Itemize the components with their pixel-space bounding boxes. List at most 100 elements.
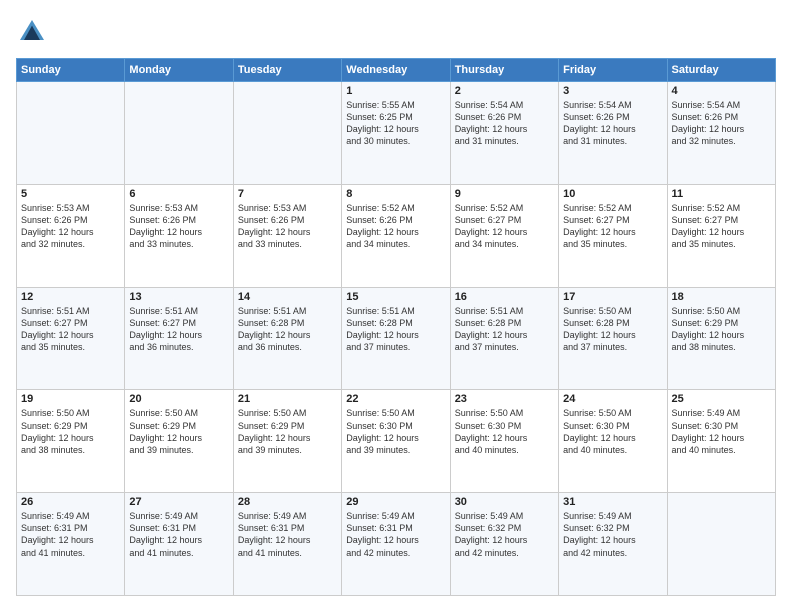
day-number: 12 bbox=[21, 291, 120, 303]
day-number: 23 bbox=[455, 393, 554, 405]
page: SundayMondayTuesdayWednesdayThursdayFrid… bbox=[0, 0, 792, 612]
calendar-cell: 23 Sunrise: 5:50 AM Sunset: 6:30 PM Dayli… bbox=[450, 390, 558, 493]
calendar-cell: 31 Sunrise: 5:49 AM Sunset: 6:32 PM Dayli… bbox=[559, 493, 667, 596]
calendar-cell: 18Sunrise: 5:50 AM Sunset: 6:29 PM Dayli… bbox=[667, 287, 775, 390]
week-row-4: 26Sunrise: 5:49 AM Sunset: 6:31 PM Dayli… bbox=[17, 493, 776, 596]
calendar-cell: 25Sunrise: 5:49 AM Sunset: 6:30 PM Dayli… bbox=[667, 390, 775, 493]
day-number: 22 bbox=[346, 393, 445, 405]
day-info: Sunrise: 5:50 AM Sunset: 6:29 PM Dayligh… bbox=[672, 305, 771, 354]
day-info: Sunrise: 5:55 AM Sunset: 6:25 PM Dayligh… bbox=[346, 99, 445, 148]
week-row-0: 1 Sunrise: 5:55 AM Sunset: 6:25 PM Daylig… bbox=[17, 82, 776, 185]
weekday-monday: Monday bbox=[125, 59, 233, 82]
day-info: Sunrise: 5:54 AM Sunset: 6:26 PM Dayligh… bbox=[563, 99, 662, 148]
weekday-tuesday: Tuesday bbox=[233, 59, 341, 82]
calendar-cell: 8 Sunrise: 5:52 AM Sunset: 6:26 PM Daylig… bbox=[342, 184, 450, 287]
day-number: 5 bbox=[21, 188, 120, 200]
calendar-cell: 27 Sunrise: 5:49 AM Sunset: 6:31 PM Dayli… bbox=[125, 493, 233, 596]
day-number: 7 bbox=[238, 188, 337, 200]
day-number: 14 bbox=[238, 291, 337, 303]
week-row-3: 19 Sunrise: 5:50 AM Sunset: 6:29 PM Dayli… bbox=[17, 390, 776, 493]
calendar-cell: 30 Sunrise: 5:49 AM Sunset: 6:32 PM Dayli… bbox=[450, 493, 558, 596]
calendar-cell bbox=[17, 82, 125, 185]
day-info: Sunrise: 5:49 AM Sunset: 6:31 PM Dayligh… bbox=[129, 510, 228, 559]
header bbox=[16, 16, 776, 48]
day-info: Sunrise: 5:51 AM Sunset: 6:27 PM Dayligh… bbox=[21, 305, 120, 354]
day-info: Sunrise: 5:52 AM Sunset: 6:26 PM Dayligh… bbox=[346, 202, 445, 251]
calendar-table: SundayMondayTuesdayWednesdayThursdayFrid… bbox=[16, 58, 776, 596]
day-number: 17 bbox=[563, 291, 662, 303]
day-info: Sunrise: 5:53 AM Sunset: 6:26 PM Dayligh… bbox=[238, 202, 337, 251]
week-row-1: 5 Sunrise: 5:53 AM Sunset: 6:26 PM Daylig… bbox=[17, 184, 776, 287]
day-number: 30 bbox=[455, 496, 554, 508]
day-info: Sunrise: 5:49 AM Sunset: 6:32 PM Dayligh… bbox=[563, 510, 662, 559]
day-info: Sunrise: 5:54 AM Sunset: 6:26 PM Dayligh… bbox=[455, 99, 554, 148]
day-info: Sunrise: 5:51 AM Sunset: 6:27 PM Dayligh… bbox=[129, 305, 228, 354]
calendar-cell: 17Sunrise: 5:50 AM Sunset: 6:28 PM Dayli… bbox=[559, 287, 667, 390]
calendar-cell: 11 Sunrise: 5:52 AM Sunset: 6:27 PM Dayli… bbox=[667, 184, 775, 287]
calendar-cell: 19 Sunrise: 5:50 AM Sunset: 6:29 PM Dayli… bbox=[17, 390, 125, 493]
day-number: 31 bbox=[563, 496, 662, 508]
calendar-cell: 1 Sunrise: 5:55 AM Sunset: 6:25 PM Daylig… bbox=[342, 82, 450, 185]
weekday-friday: Friday bbox=[559, 59, 667, 82]
day-number: 8 bbox=[346, 188, 445, 200]
day-number: 16 bbox=[455, 291, 554, 303]
day-number: 10 bbox=[563, 188, 662, 200]
day-info: Sunrise: 5:50 AM Sunset: 6:29 PM Dayligh… bbox=[238, 407, 337, 456]
day-number: 27 bbox=[129, 496, 228, 508]
day-number: 24 bbox=[563, 393, 662, 405]
day-number: 6 bbox=[129, 188, 228, 200]
calendar-cell: 29 Sunrise: 5:49 AM Sunset: 6:31 PM Dayli… bbox=[342, 493, 450, 596]
calendar-cell: 15 Sunrise: 5:51 AM Sunset: 6:28 PM Dayli… bbox=[342, 287, 450, 390]
day-info: Sunrise: 5:50 AM Sunset: 6:29 PM Dayligh… bbox=[21, 407, 120, 456]
day-info: Sunrise: 5:52 AM Sunset: 6:27 PM Dayligh… bbox=[563, 202, 662, 251]
day-number: 28 bbox=[238, 496, 337, 508]
day-info: Sunrise: 5:50 AM Sunset: 6:30 PM Dayligh… bbox=[346, 407, 445, 456]
calendar-cell bbox=[125, 82, 233, 185]
day-number: 15 bbox=[346, 291, 445, 303]
calendar-cell: 2 Sunrise: 5:54 AM Sunset: 6:26 PM Daylig… bbox=[450, 82, 558, 185]
day-number: 11 bbox=[672, 188, 771, 200]
logo-icon bbox=[16, 16, 48, 48]
day-info: Sunrise: 5:53 AM Sunset: 6:26 PM Dayligh… bbox=[129, 202, 228, 251]
calendar-cell: 28Sunrise: 5:49 AM Sunset: 6:31 PM Dayli… bbox=[233, 493, 341, 596]
calendar-cell: 5 Sunrise: 5:53 AM Sunset: 6:26 PM Daylig… bbox=[17, 184, 125, 287]
weekday-thursday: Thursday bbox=[450, 59, 558, 82]
calendar-cell: 12 Sunrise: 5:51 AM Sunset: 6:27 PM Dayli… bbox=[17, 287, 125, 390]
day-number: 21 bbox=[238, 393, 337, 405]
day-number: 25 bbox=[672, 393, 771, 405]
calendar-cell: 7 Sunrise: 5:53 AM Sunset: 6:26 PM Daylig… bbox=[233, 184, 341, 287]
day-info: Sunrise: 5:53 AM Sunset: 6:26 PM Dayligh… bbox=[21, 202, 120, 251]
calendar-cell: 26Sunrise: 5:49 AM Sunset: 6:31 PM Dayli… bbox=[17, 493, 125, 596]
calendar-cell: 21 Sunrise: 5:50 AM Sunset: 6:29 PM Dayli… bbox=[233, 390, 341, 493]
weekday-sunday: Sunday bbox=[17, 59, 125, 82]
day-number: 1 bbox=[346, 85, 445, 97]
day-info: Sunrise: 5:51 AM Sunset: 6:28 PM Dayligh… bbox=[238, 305, 337, 354]
day-number: 29 bbox=[346, 496, 445, 508]
calendar-cell bbox=[667, 493, 775, 596]
day-number: 2 bbox=[455, 85, 554, 97]
calendar-cell: 9 Sunrise: 5:52 AM Sunset: 6:27 PM Daylig… bbox=[450, 184, 558, 287]
day-info: Sunrise: 5:49 AM Sunset: 6:31 PM Dayligh… bbox=[346, 510, 445, 559]
calendar-cell bbox=[233, 82, 341, 185]
day-number: 9 bbox=[455, 188, 554, 200]
calendar-cell: 13Sunrise: 5:51 AM Sunset: 6:27 PM Dayli… bbox=[125, 287, 233, 390]
calendar-cell: 16Sunrise: 5:51 AM Sunset: 6:28 PM Dayli… bbox=[450, 287, 558, 390]
day-info: Sunrise: 5:50 AM Sunset: 6:29 PM Dayligh… bbox=[129, 407, 228, 456]
day-info: Sunrise: 5:50 AM Sunset: 6:30 PM Dayligh… bbox=[563, 407, 662, 456]
day-number: 19 bbox=[21, 393, 120, 405]
day-info: Sunrise: 5:49 AM Sunset: 6:32 PM Dayligh… bbox=[455, 510, 554, 559]
weekday-header-row: SundayMondayTuesdayWednesdayThursdayFrid… bbox=[17, 59, 776, 82]
calendar-cell: 3 Sunrise: 5:54 AM Sunset: 6:26 PM Daylig… bbox=[559, 82, 667, 185]
calendar-cell: 14 Sunrise: 5:51 AM Sunset: 6:28 PM Dayli… bbox=[233, 287, 341, 390]
day-info: Sunrise: 5:52 AM Sunset: 6:27 PM Dayligh… bbox=[672, 202, 771, 251]
weekday-wednesday: Wednesday bbox=[342, 59, 450, 82]
day-number: 20 bbox=[129, 393, 228, 405]
day-number: 4 bbox=[672, 85, 771, 97]
calendar-cell: 10 Sunrise: 5:52 AM Sunset: 6:27 PM Dayli… bbox=[559, 184, 667, 287]
day-number: 3 bbox=[563, 85, 662, 97]
day-info: Sunrise: 5:51 AM Sunset: 6:28 PM Dayligh… bbox=[346, 305, 445, 354]
day-info: Sunrise: 5:50 AM Sunset: 6:30 PM Dayligh… bbox=[455, 407, 554, 456]
calendar-cell: 20 Sunrise: 5:50 AM Sunset: 6:29 PM Dayli… bbox=[125, 390, 233, 493]
day-info: Sunrise: 5:52 AM Sunset: 6:27 PM Dayligh… bbox=[455, 202, 554, 251]
calendar-cell: 4Sunrise: 5:54 AM Sunset: 6:26 PM Daylig… bbox=[667, 82, 775, 185]
